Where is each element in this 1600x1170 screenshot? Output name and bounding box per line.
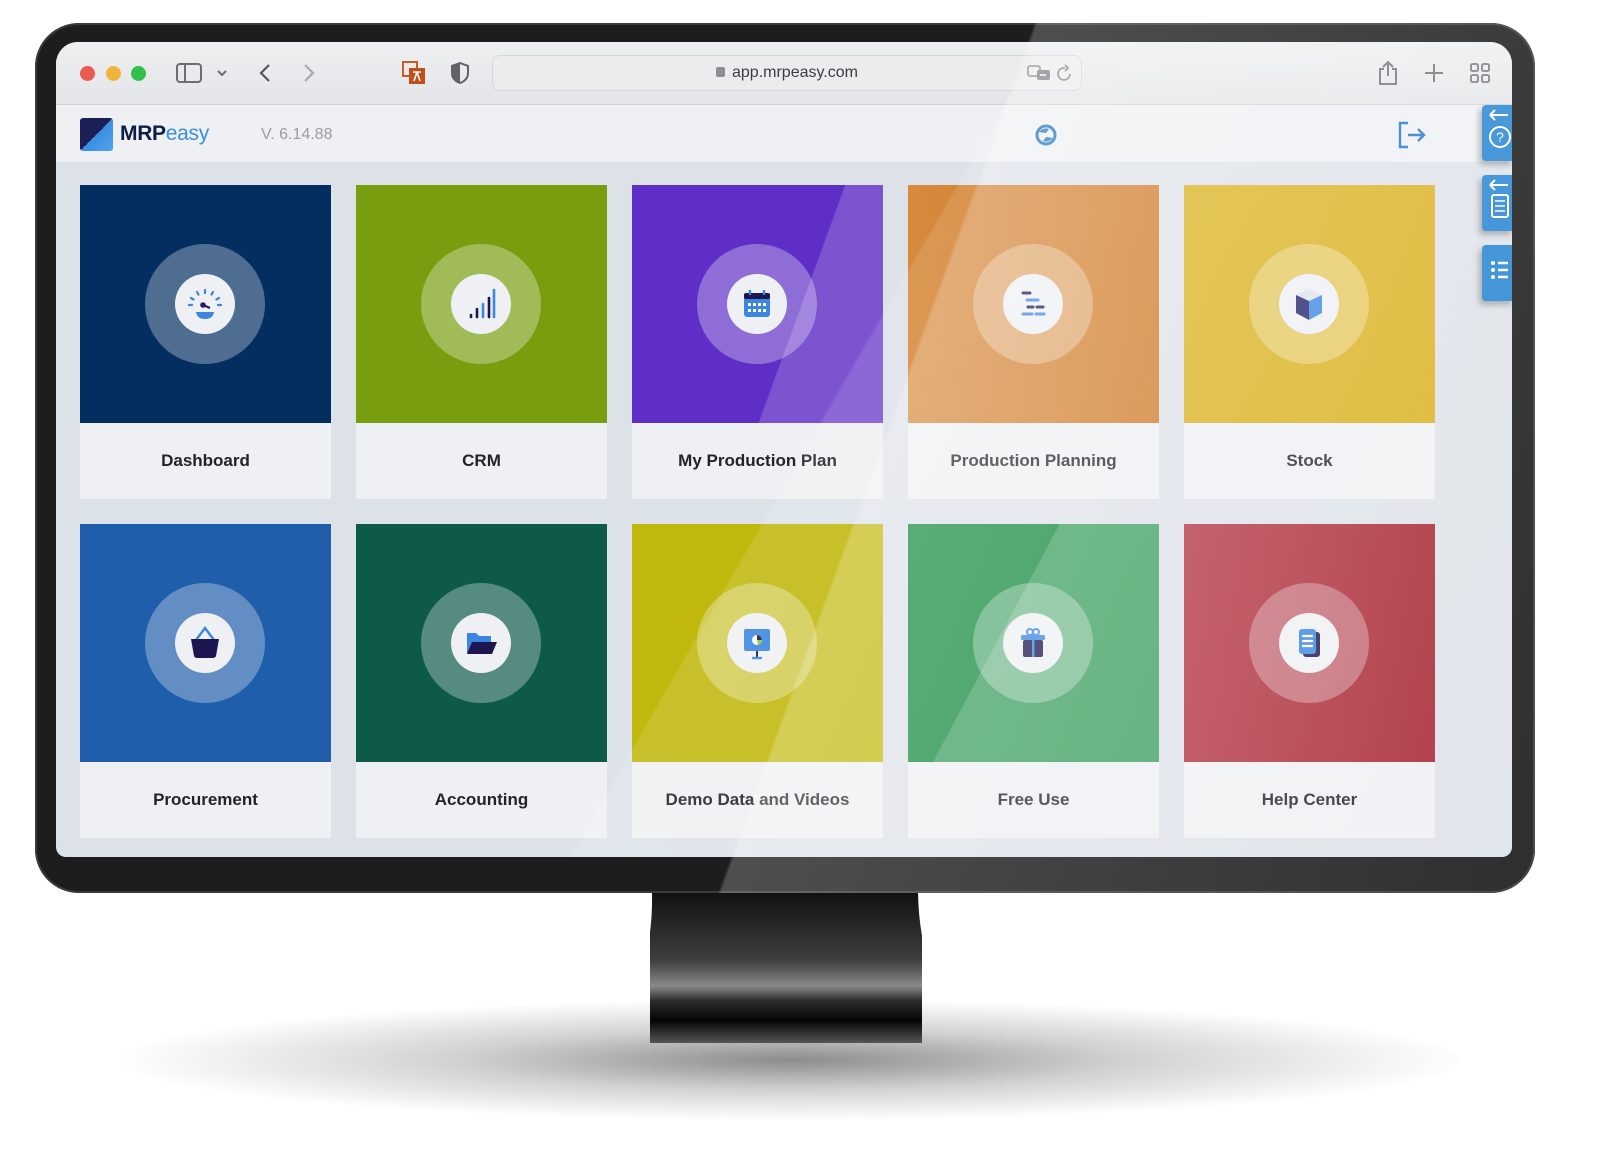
new-tab-icon[interactable]	[1424, 60, 1444, 86]
url-text: app.mrpeasy.com	[732, 64, 858, 81]
logo-icon[interactable]	[80, 118, 113, 151]
question-icon: ?	[1489, 109, 1511, 148]
forward-icon[interactable]	[302, 60, 316, 86]
tab-overview-icon[interactable]	[1470, 60, 1490, 86]
browser-toolbar: app.mrpeasy.com	[56, 42, 1512, 105]
tile-procurement[interactable]: Procurement	[80, 524, 331, 838]
tile-crm[interactable]: CRM	[356, 185, 607, 499]
list-icon	[1491, 261, 1508, 279]
monitor-frame: app.mrpeasy.com MRPeasy V. 6.14.88 ? Das…	[35, 23, 1535, 893]
tile-label: Dashboard	[161, 451, 250, 470]
tile-banner	[1184, 185, 1435, 423]
app-header: MRPeasy V. 6.14.88	[56, 105, 1512, 162]
gantt-icon	[1003, 274, 1063, 334]
tile-label: Stock	[1286, 451, 1333, 470]
presentation-icon	[727, 613, 787, 673]
tile-banner	[356, 524, 607, 762]
tile-banner	[908, 185, 1159, 423]
monitor-stand	[650, 893, 922, 1043]
screen: app.mrpeasy.com MRPeasy V. 6.14.88 ? Das…	[56, 42, 1512, 857]
tile-accounting[interactable]: Accounting	[356, 524, 607, 838]
lock-icon	[716, 67, 725, 77]
tile-label: Help Center	[1261, 790, 1358, 809]
tile-stock[interactable]: Stock	[1184, 185, 1435, 499]
tile-my-production-plan[interactable]: My Production Plan	[632, 185, 883, 499]
close-window-button[interactable]	[80, 66, 95, 81]
tile-production-planning[interactable]: Production Planning	[908, 185, 1159, 499]
tile-banner	[632, 185, 883, 423]
tile-label: My Production Plan	[678, 451, 837, 470]
tile-free-use[interactable]: Free Use	[908, 524, 1159, 838]
tile-label: CRM	[462, 451, 501, 470]
tile-help-center[interactable]: Help Center	[1184, 524, 1435, 838]
tile-dashboard[interactable]: Dashboard	[80, 185, 331, 499]
version-label: V. 6.14.88	[261, 126, 333, 143]
translate-icon[interactable]	[1027, 64, 1051, 87]
logo-main: MRP	[120, 122, 166, 145]
minimize-window-button[interactable]	[106, 66, 121, 81]
gift-icon	[1003, 613, 1063, 673]
help-side-tab[interactable]: ?	[1482, 105, 1512, 161]
logo-text[interactable]: MRPeasy	[120, 122, 209, 146]
reload-icon[interactable]	[1057, 64, 1073, 87]
address-bar[interactable]: app.mrpeasy.com	[492, 55, 1082, 91]
tile-banner	[632, 524, 883, 762]
tile-demo-data-and-videos[interactable]: Demo Data and Videos	[632, 524, 883, 838]
share-icon[interactable]	[1378, 60, 1398, 86]
checklist-icon	[1489, 179, 1509, 218]
tile-banner	[80, 524, 331, 762]
checklist-side-tab[interactable]	[1482, 175, 1512, 231]
box-icon	[1279, 274, 1339, 334]
back-icon[interactable]	[258, 60, 272, 86]
privacy-shield-icon[interactable]	[450, 60, 470, 86]
chevron-down-icon[interactable]	[216, 60, 228, 86]
tile-banner	[908, 524, 1159, 762]
svg-text:?: ?	[1496, 129, 1504, 145]
tile-banner	[80, 185, 331, 423]
document-icon	[1279, 613, 1339, 673]
sidebar-toggle-icon[interactable]	[176, 60, 202, 86]
logo-accent: easy	[165, 122, 209, 145]
tile-banner	[1184, 524, 1435, 762]
tile-label: Accounting	[434, 790, 529, 809]
tile-banner	[356, 185, 607, 423]
calendar-icon	[727, 274, 787, 334]
bar-chart-icon	[451, 274, 511, 334]
basket-icon	[175, 613, 235, 673]
tile-label: Procurement	[153, 790, 258, 809]
translate-extension-icon[interactable]	[402, 60, 426, 86]
sync-icon[interactable]	[1034, 123, 1057, 146]
tile-label: Production Planning	[950, 451, 1117, 470]
folder-icon	[451, 613, 511, 673]
maximize-window-button[interactable]	[131, 66, 146, 81]
speedometer-icon	[175, 274, 235, 334]
tile-label: Demo Data and Videos	[665, 790, 850, 809]
list-side-tab[interactable]	[1482, 245, 1512, 301]
tile-label: Free Use	[997, 790, 1070, 809]
logout-icon[interactable]	[1398, 121, 1428, 149]
